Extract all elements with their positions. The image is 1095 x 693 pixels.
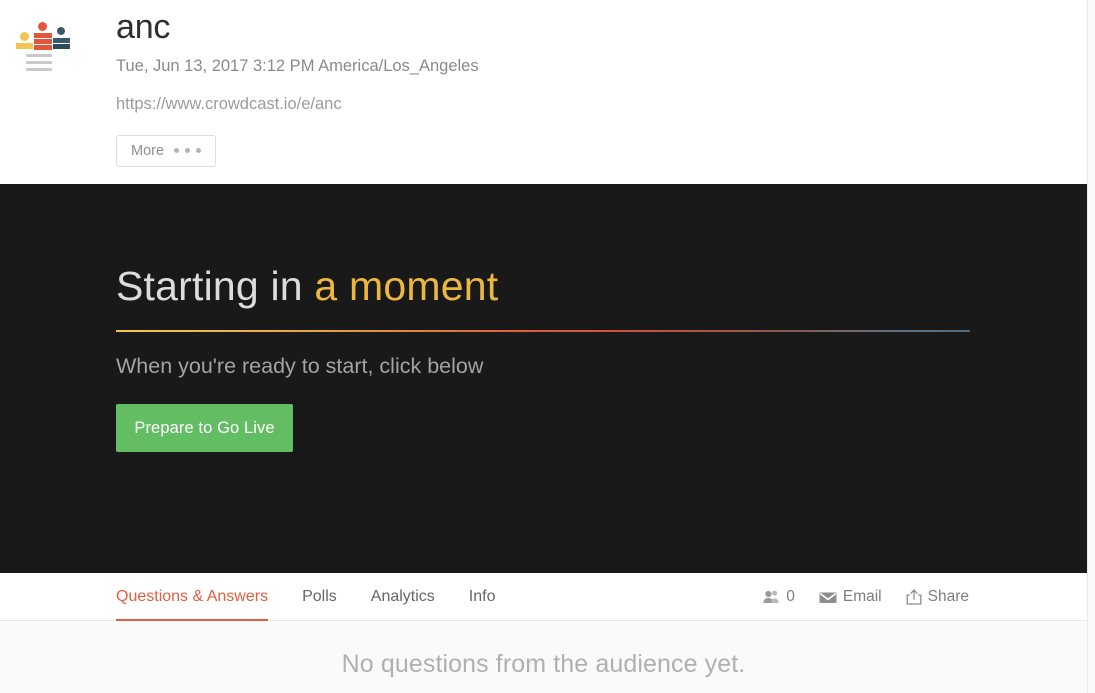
prepare-to-go-live-button[interactable]: Prepare to Go Live — [116, 404, 293, 452]
logo-slate-bar-2 — [53, 44, 70, 49]
tab-polls[interactable]: Polls — [302, 573, 337, 621]
event-header: anc Tue, Jun 13, 2017 3:12 PM America/Lo… — [0, 0, 1087, 184]
hamburger-menu-icon[interactable] — [26, 54, 52, 72]
logo-slate-head — [57, 27, 65, 35]
hamburger-line-2 — [26, 61, 52, 64]
logo-slate-bar-1 — [53, 38, 70, 43]
tab-actions: 0 Email Share — [763, 573, 969, 621]
email-label: Email — [842, 588, 882, 605]
logo-orange-bar-1 — [34, 33, 52, 38]
share-action[interactable]: Share — [906, 588, 969, 606]
panel-tabbar: Questions & Answers Polls Analytics Info — [0, 573, 1087, 621]
gradient-divider — [116, 330, 970, 332]
page-column: anc Tue, Jun 13, 2017 3:12 PM America/Lo… — [0, 0, 1087, 693]
header-body: anc Tue, Jun 13, 2017 3:12 PM America/Lo… — [116, 0, 1077, 167]
people-icon — [763, 590, 779, 603]
questions-empty-state: No questions from the audience yet. — [0, 622, 1087, 693]
page-title: anc — [116, 8, 171, 46]
broadcast-stage: Starting in a moment When you're ready t… — [0, 184, 1087, 573]
event-datetime: Tue, Jun 13, 2017 3:12 PM America/Los_An… — [116, 57, 479, 75]
more-button-label: More — [131, 142, 165, 159]
ellipsis-dot-1 — [174, 148, 180, 154]
share-label: Share — [927, 588, 969, 605]
attendees-count: 0 — [786, 588, 795, 605]
hamburger-line-1 — [26, 54, 52, 57]
ellipsis-icon — [174, 148, 202, 154]
tab-label: Info — [468, 588, 496, 605]
tab-questions-and-answers[interactable]: Questions & Answers — [116, 573, 269, 621]
empty-state-message: No questions from the audience yet. — [341, 650, 746, 678]
more-button[interactable]: More — [116, 134, 217, 167]
logo-orange-bar-3 — [34, 45, 52, 50]
hamburger-line-3 — [26, 68, 52, 71]
starting-heading: Starting in a moment — [116, 266, 498, 307]
envelope-icon — [819, 592, 837, 603]
tab-list: Questions & Answers Polls Analytics Info — [116, 573, 529, 621]
attendees-count-action[interactable]: 0 — [763, 588, 795, 606]
ellipsis-dot-3 — [196, 148, 202, 154]
logo-orange-head — [38, 22, 47, 31]
starting-heading-accent: a moment — [314, 263, 499, 309]
event-url-link[interactable]: https://www.crowdcast.io/e/anc — [116, 95, 1077, 115]
app-root: anc Tue, Jun 13, 2017 3:12 PM America/Lo… — [0, 0, 1095, 693]
crowdcast-logo-icon[interactable] — [16, 22, 70, 50]
logo-yellow-head — [20, 32, 29, 41]
starting-heading-prefix: Starting in — [116, 263, 315, 309]
logo-yellow-bar-1 — [16, 43, 33, 49]
share-upload-icon — [906, 589, 922, 605]
tab-label: Questions & Answers — [116, 588, 269, 605]
page-scrollbar[interactable] — [1087, 0, 1095, 693]
tab-info[interactable]: Info — [469, 573, 496, 621]
tab-label: Analytics — [370, 588, 435, 605]
email-action[interactable]: Email — [819, 588, 882, 606]
logo-orange-bar-2 — [34, 39, 52, 44]
tab-analytics[interactable]: Analytics — [371, 573, 435, 621]
tab-label: Polls — [302, 588, 337, 605]
ellipsis-dot-2 — [185, 148, 191, 154]
brand-rail — [0, 0, 78, 184]
ready-instruction-text: When you're ready to start, click below — [116, 354, 484, 378]
